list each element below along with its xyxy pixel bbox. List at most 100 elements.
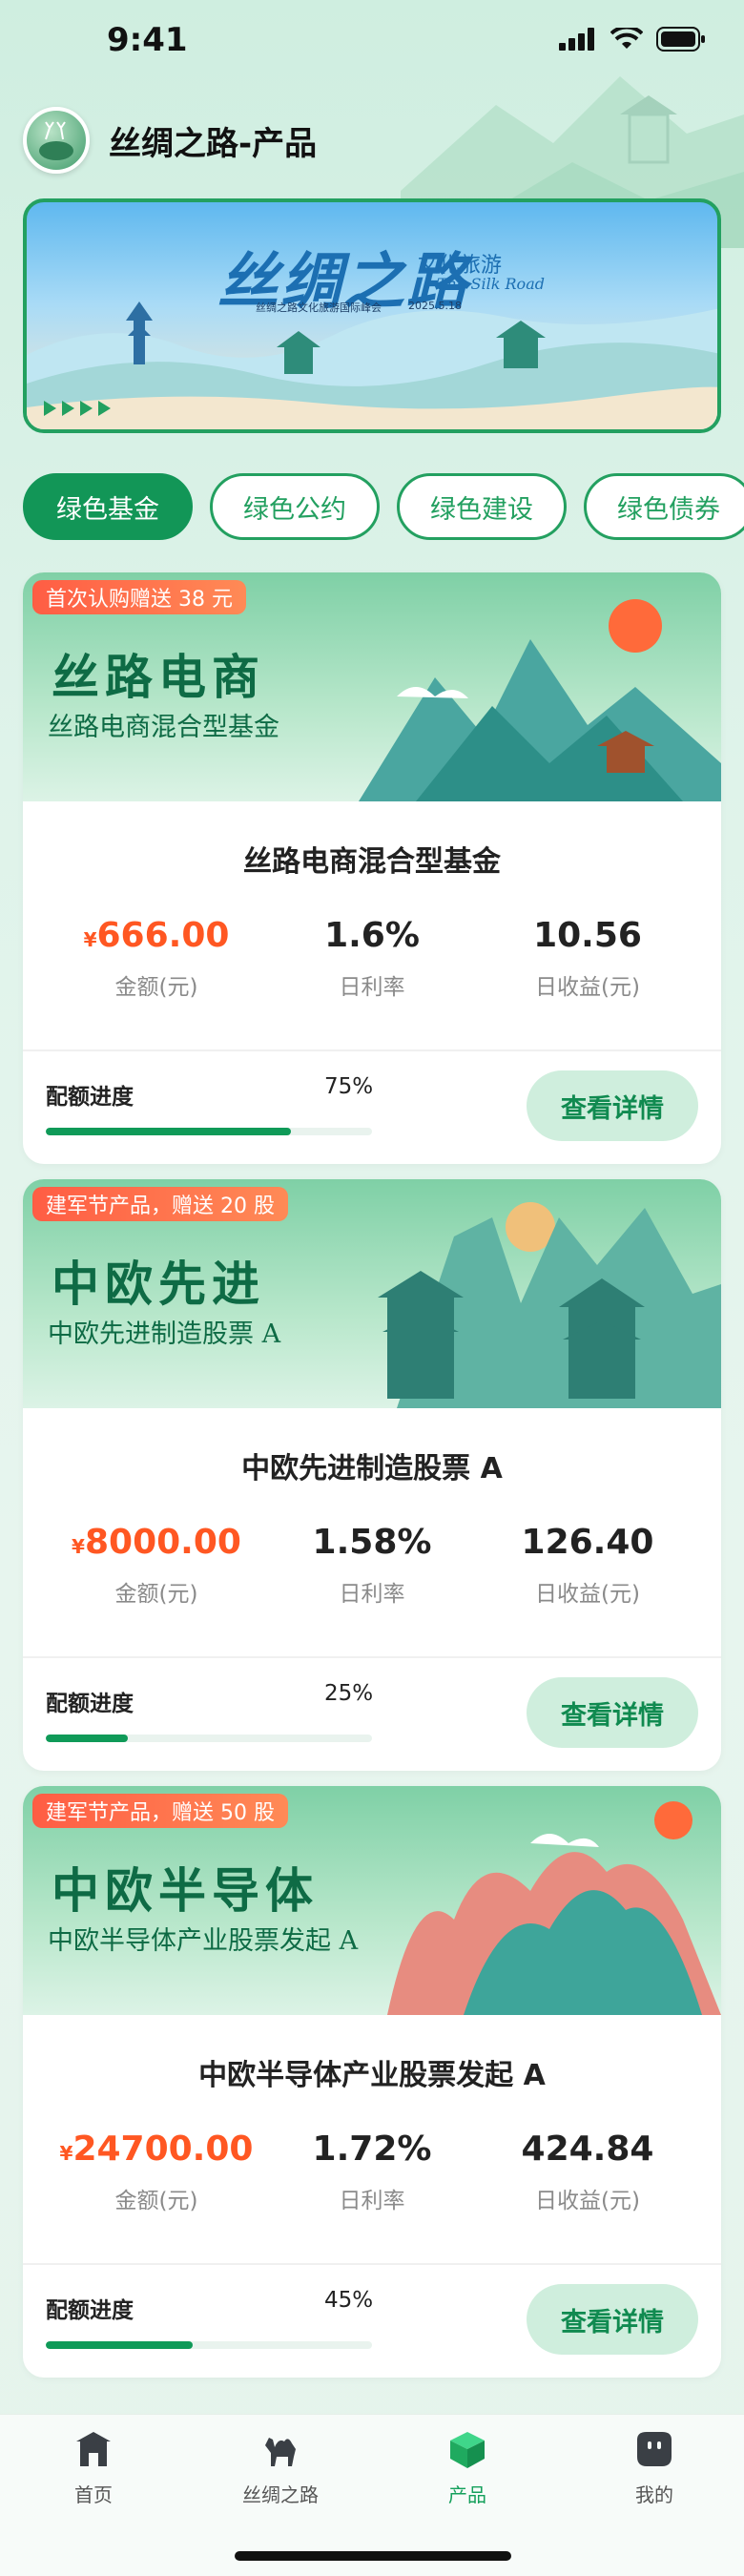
quota-progress-bar (46, 2341, 372, 2349)
quota-progress-fill (46, 2341, 193, 2349)
category-tabs: 绿色基金 绿色公约 绿色建设 绿色债券 (23, 473, 744, 540)
income-label: 日收益(元) (535, 1582, 640, 1607)
view-details-button[interactable]: 查看详情 (527, 2284, 698, 2355)
hero-subtitle: 中欧半导体产业股票发起 A (48, 1926, 359, 1956)
quota-percent: 25% (324, 1681, 374, 1706)
status-bar: 9:41 (0, 0, 744, 84)
view-details-button[interactable]: 查看详情 (527, 1070, 698, 1141)
tab-green-pact[interactable]: 绿色公约 (210, 473, 380, 540)
quota-percent: 45% (324, 2288, 374, 2313)
rate-label: 日利率 (339, 2189, 405, 2213)
product-card[interactable]: 建军节产品，赠送 20 股 中欧先进 中欧先进制造股票 A 中欧先进制造股票 A… (23, 1179, 721, 1771)
rate-label: 日利率 (339, 1582, 405, 1607)
home-indicator (235, 2551, 511, 2561)
quota-progress-bar (46, 1128, 372, 1135)
hero-title: 丝路电商 (52, 649, 265, 705)
pager-arrow-icon (98, 401, 111, 416)
battery-icon (656, 27, 705, 52)
product-stats: ¥8000.00 金额(元) 1.58% 日利率 126.40 日收益(元) (23, 1523, 721, 1628)
product-name: 丝路电商混合型基金 (243, 845, 501, 879)
page-header: 丝绸之路-产品 (23, 107, 317, 174)
mountain-art (359, 599, 721, 801)
banner-event: 丝绸之路文化旅游国际峰会 (256, 301, 382, 314)
tab-green-construction[interactable]: 绿色建设 (397, 473, 567, 540)
pager-arrow-icon (44, 401, 56, 416)
quota-progress-fill (46, 1735, 128, 1742)
divider (23, 1656, 721, 1658)
banner-date: 2025.5.18 (408, 300, 462, 312)
status-icons (559, 27, 706, 52)
divider (23, 2263, 721, 2265)
product-card[interactable]: 首次认购赠送 38 元 丝路电商 丝路电商混合型基金 丝路电商混合型基金 ¥66… (23, 572, 721, 1164)
product-stats: ¥666.00 金额(元) 1.6% 日利率 10.56 日收益(元) (23, 916, 721, 1021)
rate-label: 日利率 (339, 975, 405, 1000)
quota-progress-bar (46, 1735, 372, 1742)
stat-rate: 1.6% 日利率 (258, 916, 486, 1001)
hero-title: 中欧半导体 (52, 1862, 319, 1919)
income-label: 日收益(元) (535, 2189, 640, 2213)
stat-income: 126.40 日收益(元) (473, 1523, 702, 1608)
status-time: 9:41 (107, 21, 188, 59)
home-gate-icon (76, 2432, 111, 2466)
signal-icon (559, 28, 594, 51)
quota-progress-fill (46, 1128, 291, 1135)
promo-badge: 建军节产品，赠送 50 股 (32, 1794, 288, 1828)
promo-badge: 建军节产品，赠送 20 股 (32, 1187, 288, 1221)
stat-amount: ¥24700.00 金额(元) (42, 2129, 271, 2214)
pager-arrow-icon (80, 401, 93, 416)
deer-icon (39, 121, 73, 160)
tab-green-fund[interactable]: 绿色基金 (23, 473, 193, 540)
camel-icon (265, 2438, 296, 2466)
amount-value: 24700.00 (72, 2129, 254, 2169)
income-value: 10.56 (533, 916, 642, 955)
rate-value: 1.6% (324, 916, 420, 955)
hero-subtitle: 丝路电商混合型基金 (48, 713, 279, 742)
rate-value: 1.58% (312, 1523, 432, 1562)
banner-subtitle-en: The Silk Road (437, 275, 545, 293)
divider (23, 1049, 721, 1051)
hero-subtitle: 中欧先进制造股票 A (48, 1319, 281, 1349)
income-label: 日收益(元) (535, 975, 640, 1000)
income-value: 424.84 (521, 2129, 654, 2169)
amount-label: 金额(元) (114, 1582, 198, 1607)
amount-value: 666.00 (96, 916, 230, 955)
tabbar-item-mine[interactable]: 我的 (578, 2428, 731, 2507)
currency-symbol: ¥ (72, 1535, 85, 1558)
banner-pager[interactable] (44, 401, 111, 416)
income-value: 126.40 (521, 1523, 654, 1562)
pager-arrow-icon (62, 401, 74, 416)
avatar[interactable] (23, 107, 90, 174)
stat-income: 10.56 日收益(元) (473, 916, 702, 1001)
tab-green-bond[interactable]: 绿色债券 (584, 473, 744, 540)
pagoda-art (378, 1202, 721, 1408)
amount-label: 金额(元) (114, 2189, 198, 2213)
product-card[interactable]: 建军节产品，赠送 50 股 中欧半导体 中欧半导体产业股票发起 A 中欧半导体产… (23, 1786, 721, 2378)
tabbar-label: 丝绸之路 (242, 2483, 319, 2506)
product-name: 中欧先进制造股票 A (241, 1452, 503, 1485)
quota-label: 配额进度 (46, 1085, 134, 1110)
stat-amount: ¥8000.00 金额(元) (42, 1523, 271, 1608)
currency-symbol: ¥ (59, 2142, 73, 2165)
tabbar-item-silk-road[interactable]: 丝绸之路 (204, 2428, 357, 2507)
tabbar-item-products[interactable]: 产品 (391, 2428, 544, 2507)
stat-amount: ¥666.00 金额(元) (42, 916, 271, 1001)
card-hero: 首次认购赠送 38 元 丝路电商 丝路电商混合型基金 (23, 572, 721, 801)
page-title: 丝绸之路-产品 (109, 124, 318, 163)
amount-label: 金额(元) (114, 975, 198, 1000)
amount-value: 8000.00 (84, 1523, 241, 1562)
profile-icon (637, 2432, 672, 2466)
tabbar-item-home[interactable]: 首页 (17, 2428, 170, 2507)
view-details-button[interactable]: 查看详情 (527, 1677, 698, 1748)
quota-label: 配额进度 (46, 2298, 134, 2323)
stat-income: 424.84 日收益(元) (473, 2129, 702, 2214)
stat-rate: 1.58% 日利率 (258, 1523, 486, 1608)
product-stats: ¥24700.00 金额(元) 1.72% 日利率 424.84 日收益(元) (23, 2129, 721, 2234)
hero-title: 中欧先进 (52, 1256, 265, 1312)
card-hero: 建军节产品，赠送 50 股 中欧半导体 中欧半导体产业股票发起 A (23, 1786, 721, 2015)
quota-label: 配额进度 (46, 1692, 134, 1716)
promo-banner[interactable]: 丝绸之路 文化旅游 The Silk Road 丝绸之路文化旅游国际峰会 202… (23, 198, 721, 433)
promo-badge: 首次认购赠送 38 元 (32, 580, 246, 614)
tabbar-label: 产品 (448, 2483, 486, 2506)
product-name: 中欧半导体产业股票发起 A (198, 2059, 546, 2092)
wifi-icon (610, 28, 643, 49)
